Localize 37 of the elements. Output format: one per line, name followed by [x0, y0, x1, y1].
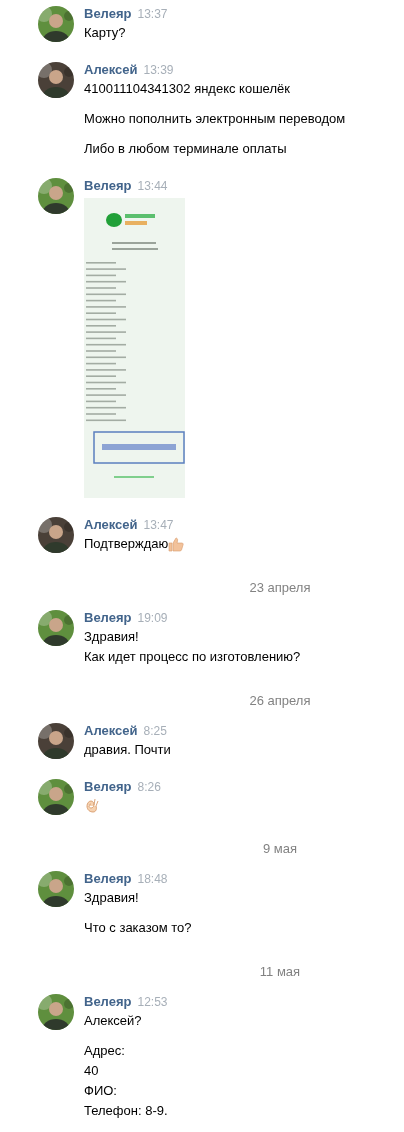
- author-name[interactable]: Велеяр: [84, 994, 132, 1010]
- date-separator: 23 апреля: [249, 580, 311, 595]
- message-text: Телефон: 8-9.: [84, 1102, 168, 1120]
- message-time: 13:39: [143, 62, 174, 78]
- message-time: 13:37: [137, 6, 168, 22]
- author-name[interactable]: Алексей: [84, 62, 138, 78]
- message-time: 8:25: [143, 723, 167, 739]
- message-time: 13:44: [137, 178, 168, 194]
- message-text: Здравия!: [84, 889, 139, 907]
- message-text: дравия. Почти: [84, 741, 171, 759]
- date-separator: 11 мая: [259, 964, 301, 979]
- message-text: Как идет процесс по изготовлению?: [84, 648, 301, 666]
- message-text: Здравия!: [84, 628, 139, 646]
- message-time: 12:53: [137, 994, 168, 1010]
- message-text: 410011104341302 яндекс кошелёк: [84, 80, 290, 98]
- message-time: 19:09: [137, 610, 168, 626]
- message-text: ФИО:: [84, 1082, 117, 1100]
- message-time: 18:48: [137, 871, 168, 887]
- author-name[interactable]: Велеяр: [84, 6, 132, 22]
- message-time: 8:26: [137, 779, 161, 795]
- date-separator: 9 мая: [262, 841, 298, 856]
- message-text: Карту?: [84, 24, 126, 42]
- message-text: Можно пополнить электронным переводом: [84, 110, 346, 128]
- author-name[interactable]: Велеяр: [84, 871, 132, 887]
- message-text: Алексей?: [84, 1012, 142, 1030]
- author-name[interactable]: Велеяр: [84, 178, 132, 194]
- message-text: Что с заказом то?: [84, 919, 192, 937]
- message-time: 13:47: [143, 517, 174, 533]
- author-name[interactable]: Велеяр: [84, 610, 132, 626]
- message-text: Либо в любом терминале оплаты: [84, 140, 287, 158]
- author-name[interactable]: Алексей: [84, 517, 138, 533]
- author-name[interactable]: Алексей: [84, 723, 138, 739]
- author-name[interactable]: Велеяр: [84, 779, 132, 795]
- message-text: 40: [84, 1062, 99, 1080]
- date-separator: 26 апреля: [249, 693, 311, 708]
- message-text: Подтверждаю: [84, 535, 169, 553]
- message-text: Адрес:: [84, 1042, 125, 1060]
